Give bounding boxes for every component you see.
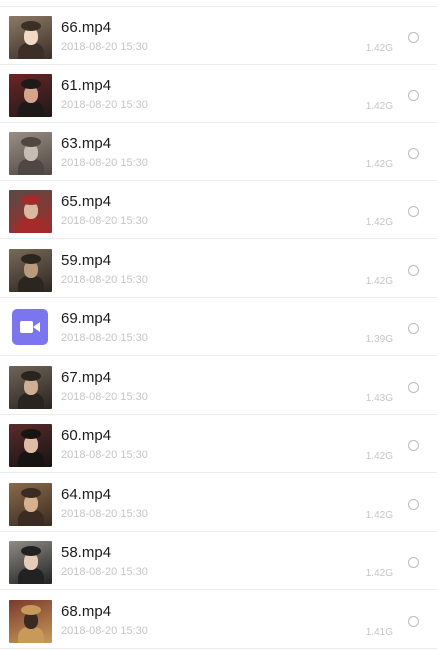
thumbnail-figure <box>18 159 44 175</box>
file-row[interactable]: 60.mp4 2018-08-20 15:30 1.42G <box>0 415 437 473</box>
camera-body-shape <box>20 321 33 333</box>
video-thumbnail <box>9 74 52 117</box>
file-row[interactable]: 61.mp4 2018-08-20 15:30 1.42G <box>0 65 437 123</box>
file-name: 68.mp4 <box>61 603 112 620</box>
video-thumbnail <box>9 249 52 292</box>
select-radio[interactable] <box>408 557 419 568</box>
file-date: 2018-08-20 15:30 <box>61 391 148 403</box>
thumbnail-figure <box>18 101 44 117</box>
video-thumbnail <box>9 424 52 467</box>
thumbnail-figure <box>18 451 44 467</box>
video-thumbnail <box>9 366 52 409</box>
thumbnail-figure <box>18 627 44 643</box>
file-date: 2018-08-20 15:30 <box>61 157 148 169</box>
file-size: 1.42G <box>365 159 393 170</box>
file-name: 63.mp4 <box>61 135 112 152</box>
select-radio[interactable] <box>408 382 419 393</box>
video-thumbnail <box>9 16 52 59</box>
file-row[interactable]: 69.mp4 2018-08-20 15:30 1.39G <box>0 298 437 356</box>
file-size: 1.43G <box>365 393 393 404</box>
file-date: 2018-08-20 15:30 <box>61 274 148 286</box>
thumbnail-figure <box>18 568 44 584</box>
thumbnail-headwear <box>21 429 41 439</box>
file-name: 65.mp4 <box>61 193 112 210</box>
file-date: 2018-08-20 15:30 <box>61 625 148 637</box>
file-name: 61.mp4 <box>61 77 112 94</box>
select-radio[interactable] <box>408 265 419 276</box>
thumbnail-figure <box>18 43 44 59</box>
file-date: 2018-08-20 15:30 <box>61 99 148 111</box>
thumbnail-headwear <box>21 371 41 381</box>
thumbnail-headwear <box>21 254 41 264</box>
video-thumbnail <box>9 600 52 643</box>
file-date: 2018-08-20 15:30 <box>61 332 148 344</box>
file-name: 69.mp4 <box>61 310 112 327</box>
thumbnail-figure <box>18 393 44 409</box>
thumbnail-headwear <box>21 605 41 615</box>
video-thumbnail <box>9 132 52 175</box>
thumbnail-figure <box>18 276 44 292</box>
file-row[interactable]: 68.mp4 2018-08-20 15:30 1.41G <box>0 591 437 649</box>
file-date: 2018-08-20 15:30 <box>61 41 148 53</box>
file-date: 2018-08-20 15:30 <box>61 566 148 578</box>
thumbnail-figure <box>18 217 44 233</box>
select-radio[interactable] <box>408 206 419 217</box>
file-date: 2018-08-20 15:30 <box>61 449 148 461</box>
select-radio[interactable] <box>408 32 419 43</box>
file-date: 2018-08-20 15:30 <box>61 215 148 227</box>
file-name: 59.mp4 <box>61 252 112 269</box>
file-size: 1.42G <box>365 451 393 462</box>
select-radio[interactable] <box>408 440 419 451</box>
select-radio[interactable] <box>408 499 419 510</box>
thumbnail-headwear <box>21 21 41 31</box>
video-thumbnail <box>9 190 52 233</box>
video-thumbnail <box>9 541 52 584</box>
file-name: 58.mp4 <box>61 544 112 561</box>
file-size: 1.42G <box>365 101 393 112</box>
file-name: 66.mp4 <box>61 19 112 36</box>
video-file-icon <box>12 309 48 345</box>
file-row[interactable]: 67.mp4 2018-08-20 15:30 1.43G <box>0 357 437 415</box>
thumbnail-headwear <box>21 488 41 498</box>
thumbnail-headwear <box>21 195 41 205</box>
file-row[interactable]: 66.mp4 2018-08-20 15:30 1.42G <box>0 7 437 65</box>
file-size: 1.39G <box>365 334 393 345</box>
file-name: 64.mp4 <box>61 486 112 503</box>
file-size: 1.42G <box>365 217 393 228</box>
camera-lens-shape <box>33 322 40 332</box>
file-list: 66.mp4 2018-08-20 15:30 1.42G 61.mp4 201… <box>0 0 437 650</box>
select-radio[interactable] <box>408 323 419 334</box>
file-name: 60.mp4 <box>61 427 112 444</box>
file-row[interactable]: 63.mp4 2018-08-20 15:30 1.42G <box>0 123 437 181</box>
select-radio[interactable] <box>408 616 419 627</box>
file-row[interactable]: 65.mp4 2018-08-20 15:30 1.42G <box>0 181 437 239</box>
file-row[interactable]: 58.mp4 2018-08-20 15:30 1.42G <box>0 532 437 590</box>
file-row[interactable]: 59.mp4 2018-08-20 15:30 1.42G <box>0 240 437 298</box>
file-name: 67.mp4 <box>61 369 112 386</box>
select-radio[interactable] <box>408 148 419 159</box>
file-row[interactable]: 64.mp4 2018-08-20 15:30 1.42G <box>0 474 437 532</box>
file-size: 1.41G <box>365 627 393 638</box>
file-size: 1.42G <box>365 43 393 54</box>
video-thumbnail <box>9 483 52 526</box>
thumbnail-headwear <box>21 137 41 147</box>
thumbnail-figure <box>18 510 44 526</box>
file-date: 2018-08-20 15:30 <box>61 508 148 520</box>
file-size: 1.42G <box>365 276 393 287</box>
select-radio[interactable] <box>408 90 419 101</box>
file-size: 1.42G <box>365 568 393 579</box>
thumbnail-headwear <box>21 79 41 89</box>
thumbnail-headwear <box>21 546 41 556</box>
file-size: 1.42G <box>365 510 393 521</box>
